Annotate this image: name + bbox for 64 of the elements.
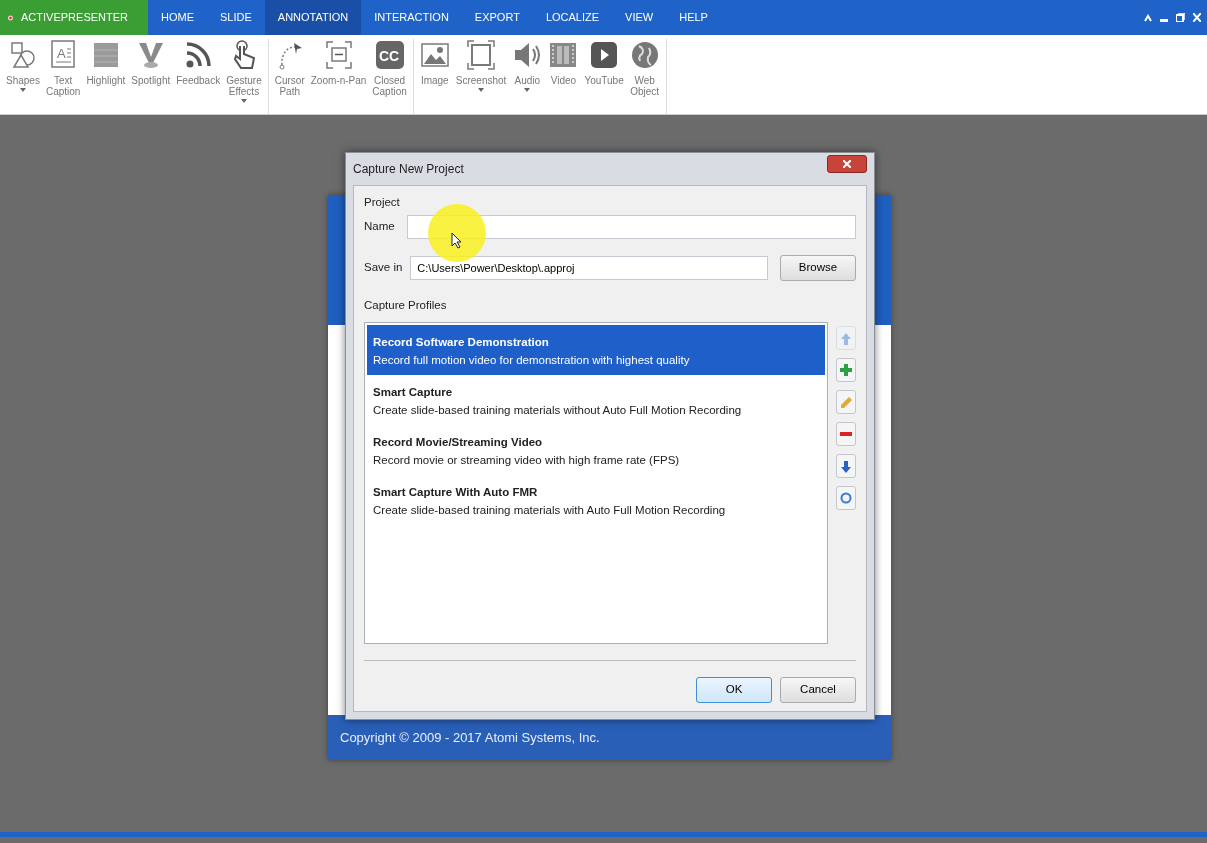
ribbon-tool[interactable]: Image: [416, 39, 453, 114]
ribbon-tool[interactable]: Feedback: [173, 39, 224, 114]
field-label: Name: [364, 219, 395, 235]
save-path-field[interactable]: C:\Users\Power\Desktop\.approj: [410, 255, 768, 280]
arrow-down-icon: [840, 459, 852, 473]
cursor-highlight: [428, 203, 486, 262]
profile-item[interactable]: Smart Capture With Auto FMR Create slide-based training materials with Auto Full Motion Recording: [367, 475, 825, 525]
caret-icon: [524, 88, 531, 92]
app-name: ACTIVEPRESENTER: [21, 10, 128, 26]
profile-item[interactable]: Smart Capture Create slide-based training materials without Auto Full Motion Recording: [367, 375, 825, 425]
ribbon-tab[interactable]: HELP: [666, 0, 721, 35]
ribbon-tab[interactable]: EXPORT: [461, 0, 533, 35]
cancel-button[interactable]: Cancel: [780, 677, 856, 703]
section-label: Capture Profiles: [364, 297, 448, 313]
collapse-ribbon-icon[interactable]: [1144, 13, 1152, 22]
field-label: Save in: [364, 260, 403, 276]
ribbon-tool[interactable]: Gesture Effects: [223, 39, 265, 114]
play-icon: [589, 39, 620, 71]
profile-action-button[interactable]: [836, 358, 856, 382]
ribbon-tool[interactable]: Zoom-n-Pan: [307, 39, 370, 114]
ribbon-tab[interactable]: VIEW: [612, 0, 667, 35]
caret-icon: [240, 99, 247, 103]
copyright-text: Copyright © 2009 - 2017 Atomi Systems, Inc.: [340, 728, 600, 747]
ribbon-tool[interactable]: Cursor Path: [271, 39, 308, 114]
profile-item[interactable]: Record Movie/Streaming Video Record movie or streaming video with high frame rate (FPS): [367, 425, 825, 475]
zoom-frame-icon: [323, 39, 354, 71]
ribbon-tool[interactable]: Shapes: [3, 39, 43, 114]
ribbon-tool[interactable]: Highlight: [83, 39, 129, 114]
dialog-title: Capture New Project: [353, 160, 464, 178]
ribbon-tool[interactable]: Screenshot: [452, 39, 510, 114]
section-label: Project: [364, 194, 401, 210]
caret-icon: [19, 88, 26, 92]
profile-item[interactable]: Record Software Demonstration Record full motion video for demonstration with highest quality: [367, 325, 825, 375]
cc-icon: CC: [374, 39, 405, 71]
plus-icon: [840, 363, 852, 377]
restore-icon[interactable]: [1176, 13, 1185, 22]
ribbon-tool[interactable]: A Text Caption: [42, 39, 84, 114]
profile-action-button[interactable]: [836, 486, 856, 510]
pencil-icon: [840, 395, 852, 409]
ribbon-tab[interactable]: INTERACTION: [361, 0, 462, 35]
close-button[interactable]: [827, 154, 867, 173]
app-menu-tab[interactable]: ACTIVEPRESENTER: [0, 0, 148, 35]
ribbon-tool[interactable]: CC Closed Caption: [369, 39, 410, 114]
ribbon-tab[interactable]: HOME: [148, 0, 207, 35]
screenshot-frame-icon: [466, 39, 497, 71]
close-icon: [843, 159, 851, 168]
ribbon-tool[interactable]: Video: [545, 39, 582, 114]
refresh-icon: [840, 491, 852, 505]
ribbon-tab[interactable]: LOCALIZE: [532, 0, 613, 35]
ribbon-tool[interactable]: Web Object: [626, 39, 663, 114]
ribbon-tab[interactable]: ANNOTATION: [264, 0, 362, 35]
ribbon-tool[interactable]: Audio: [509, 39, 546, 114]
cursor-icon: [451, 231, 462, 249]
ribbon-tool[interactable]: YouTube: [581, 39, 627, 114]
ribbon-tab[interactable]: SLIDE: [207, 0, 265, 35]
close-icon[interactable]: [1193, 13, 1201, 22]
ribbon-tool[interactable]: Spotlight: [128, 39, 174, 114]
arrow-up-icon: [840, 331, 852, 345]
ok-button[interactable]: OK: [696, 677, 772, 703]
caret-icon: [478, 88, 485, 92]
browse-button[interactable]: Browse: [780, 254, 856, 281]
profile-action-button[interactable]: [836, 422, 856, 446]
globe-icon: [629, 39, 660, 71]
profile-action-button[interactable]: [836, 454, 856, 478]
